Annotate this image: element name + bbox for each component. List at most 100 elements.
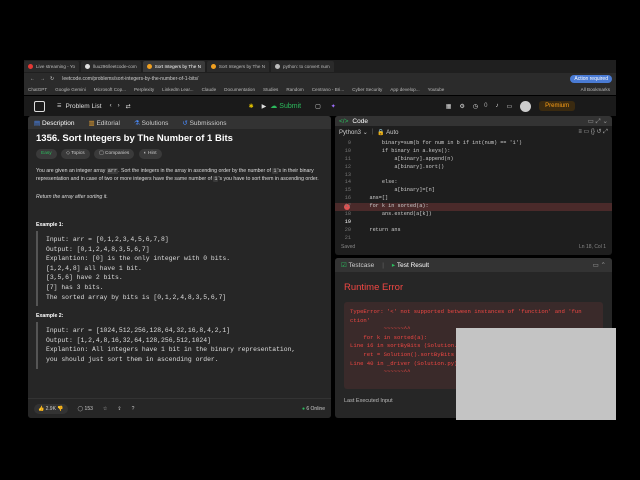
example-1: Input: arr = [0,1,2,3,4,5,6,7,8] Output:… xyxy=(36,231,323,307)
browser-tab-active[interactable]: Sort Integers by The N xyxy=(142,61,205,72)
panel-controls[interactable]: ▭ ⤢ ⌄ xyxy=(588,117,608,126)
bookmark[interactable]: Random xyxy=(286,87,303,92)
upload-icon: ☁ xyxy=(270,103,278,110)
description-tabs: ▤ Description ▥ Editorial ⚗ Solutions ↺ … xyxy=(28,116,331,129)
bulb-icon: ◐ xyxy=(143,151,147,156)
like-button[interactable]: 👍 2.9K 👎 xyxy=(34,403,68,414)
layout-icon[interactable]: ▦ xyxy=(446,103,452,110)
check-icon: ☑ xyxy=(341,262,347,269)
code-line: 18 ans.extend(a[k]) xyxy=(344,211,432,218)
code-icon: </> xyxy=(339,117,349,125)
description-footer: 👍 2.9K 👎 ◯ 153 ☆ ⇪ ? ● 6 Online xyxy=(28,398,331,418)
code-line: 20 return ans xyxy=(344,226,401,233)
code-line: 13 xyxy=(344,171,351,178)
store-icon[interactable]: ▭ xyxy=(506,103,512,110)
shuffle-icon[interactable]: ⇄ xyxy=(126,103,131,110)
help-icon[interactable]: ? xyxy=(132,406,135,412)
code-toolbar: Python3 ⌄ | 🔒 Auto ≡ ▭ {} ↺ ⤢ xyxy=(339,128,608,136)
leetcode-header: ☰ Problem List ‹ › ⇄ ✱ ▶ ☁ Submit ▢ ✦ ▦ ⚙… xyxy=(24,96,616,116)
webcam-overlay xyxy=(456,328,616,420)
address-bar: ← → ↻ leetcode.com/problems/sort-integer… xyxy=(24,73,616,84)
lock-icon: ▢ xyxy=(99,151,104,156)
youtube-icon xyxy=(28,64,33,69)
tab-testcase[interactable]: ☑ Testcase xyxy=(341,261,374,269)
result-tabs: ☑ Testcase | ▸ Test Result ▭ ⌃ xyxy=(335,258,612,272)
example-2: Input: arr = [1024,512,256,128,64,32,16,… xyxy=(36,322,323,369)
save-status: Saved xyxy=(341,244,356,250)
bookmark[interactable]: Centrano - Bri... xyxy=(312,87,344,92)
share-icon[interactable]: ⇪ xyxy=(117,406,121,412)
submit-button[interactable]: ☁ Submit xyxy=(270,102,301,111)
code-line: 15 a[binary]=[n] xyxy=(344,187,435,194)
bookmark[interactable]: Claude xyxy=(202,87,217,92)
bookmark[interactable]: Documentation xyxy=(224,87,255,92)
bookmark[interactable]: ChatGPT xyxy=(28,87,47,92)
tab-submissions[interactable]: ↺ Submissions xyxy=(182,119,226,127)
comments-button[interactable]: ◯ 153 xyxy=(78,406,93,412)
problem-list-link[interactable]: Problem List xyxy=(65,103,101,110)
tab-editorial[interactable]: ▥ Editorial xyxy=(88,119,119,127)
code-line: 12 a[binary].sort() xyxy=(344,163,445,170)
leetcode-logo-icon[interactable] xyxy=(34,100,45,112)
bookmark[interactable]: All Bookmarks xyxy=(581,87,610,92)
editor-actions[interactable]: ≡ ▭ {} ↺ ⤢ xyxy=(578,128,608,136)
tab-test-result[interactable]: ▸ Test Result xyxy=(392,261,429,269)
terminal-icon: ▸ xyxy=(391,262,396,269)
tab-solutions[interactable]: ⚗ Solutions xyxy=(134,119,168,127)
settings-icon[interactable]: ⚙ xyxy=(459,103,464,110)
reload-icon[interactable]: ↻ xyxy=(50,76,54,82)
debug-icon[interactable]: ✱ xyxy=(249,103,254,110)
companies-tag[interactable]: ▢ Companies xyxy=(94,149,135,159)
bookmark[interactable]: Youtube xyxy=(428,87,445,92)
ai-icon[interactable]: ✦ xyxy=(331,103,336,110)
avatar[interactable] xyxy=(520,100,532,112)
bookmark[interactable]: Google Gemini xyxy=(55,87,86,92)
browser-tab[interactable]: Live streaming - Yo xyxy=(24,61,80,72)
forward-icon[interactable]: → xyxy=(40,76,45,82)
leetcode-icon xyxy=(146,64,152,69)
code-line: 21 xyxy=(344,234,351,241)
bookmark[interactable]: Studies xyxy=(263,87,278,92)
thumbs-up-icon: 👍 xyxy=(38,405,45,412)
back-icon[interactable]: ← xyxy=(30,76,35,82)
bookmark[interactable]: Perplexity xyxy=(134,87,154,92)
github-icon xyxy=(85,64,91,69)
bookmark[interactable]: Cyber Security xyxy=(352,87,382,92)
bookmark[interactable]: LinkedIn Lear... xyxy=(162,87,193,92)
auto-mode[interactable]: 🔒 Auto xyxy=(377,129,398,136)
list-icon: ☰ xyxy=(57,103,62,109)
code-line: 19 xyxy=(344,218,351,225)
bookmark[interactable]: Microsoft Cop... xyxy=(94,87,126,92)
bookmark[interactable]: App develop... xyxy=(390,87,419,92)
next-icon[interactable]: › xyxy=(118,103,120,109)
return-note: Return the array after sorting it. xyxy=(36,194,108,200)
thumbs-down-icon[interactable]: 👎 xyxy=(57,406,63,412)
prev-icon[interactable]: ‹ xyxy=(110,103,112,109)
language-select[interactable]: Python3 ⌄ xyxy=(339,129,368,136)
code-panel-header: </> Code ▭ ⤢ ⌄ xyxy=(335,116,612,126)
code-line: 16 ans=[] xyxy=(344,195,389,202)
code-line: 14 else: xyxy=(344,179,398,186)
browser-tab[interactable]: lluu296/leetcode-com xyxy=(81,61,141,72)
topics-tag[interactable]: ◇ Topics xyxy=(61,149,90,159)
run-icon[interactable]: ▶ xyxy=(262,103,267,110)
action-required-button[interactable]: Action required xyxy=(570,74,612,83)
runtime-error-title: Runtime Error xyxy=(344,282,404,293)
tab-description[interactable]: ▤ Description xyxy=(34,119,74,127)
example-2-label: Example 2: xyxy=(36,313,64,320)
solutions-icon: ⚗ xyxy=(133,119,140,127)
browser-tab[interactable]: Sort Integers by The N xyxy=(206,61,270,72)
url-field[interactable]: leetcode.com/problems/sort-integers-by-t… xyxy=(62,76,570,82)
timer-icon[interactable]: ◷ xyxy=(473,103,478,110)
star-icon[interactable]: ☆ xyxy=(103,406,107,412)
notes-icon[interactable]: ▢ xyxy=(315,103,321,110)
notification-icon[interactable]: ♪ xyxy=(495,103,498,109)
hint-tag[interactable]: ◐ Hint xyxy=(138,149,162,159)
premium-button[interactable]: Premium xyxy=(539,101,576,111)
code-line: 10 if binary in a.keys(): xyxy=(344,147,451,154)
browser-tab[interactable]: python: to convert num xyxy=(271,61,334,72)
panel-controls[interactable]: ▭ ⌃ xyxy=(593,261,606,269)
code-editor[interactable]: 9 binary=sum(b for num in b if int(num) … xyxy=(335,140,612,243)
lock-icon: 🔒 xyxy=(377,129,385,136)
browser-tab-bar: Live streaming - Yo lluu296/leetcode-com… xyxy=(24,60,616,73)
